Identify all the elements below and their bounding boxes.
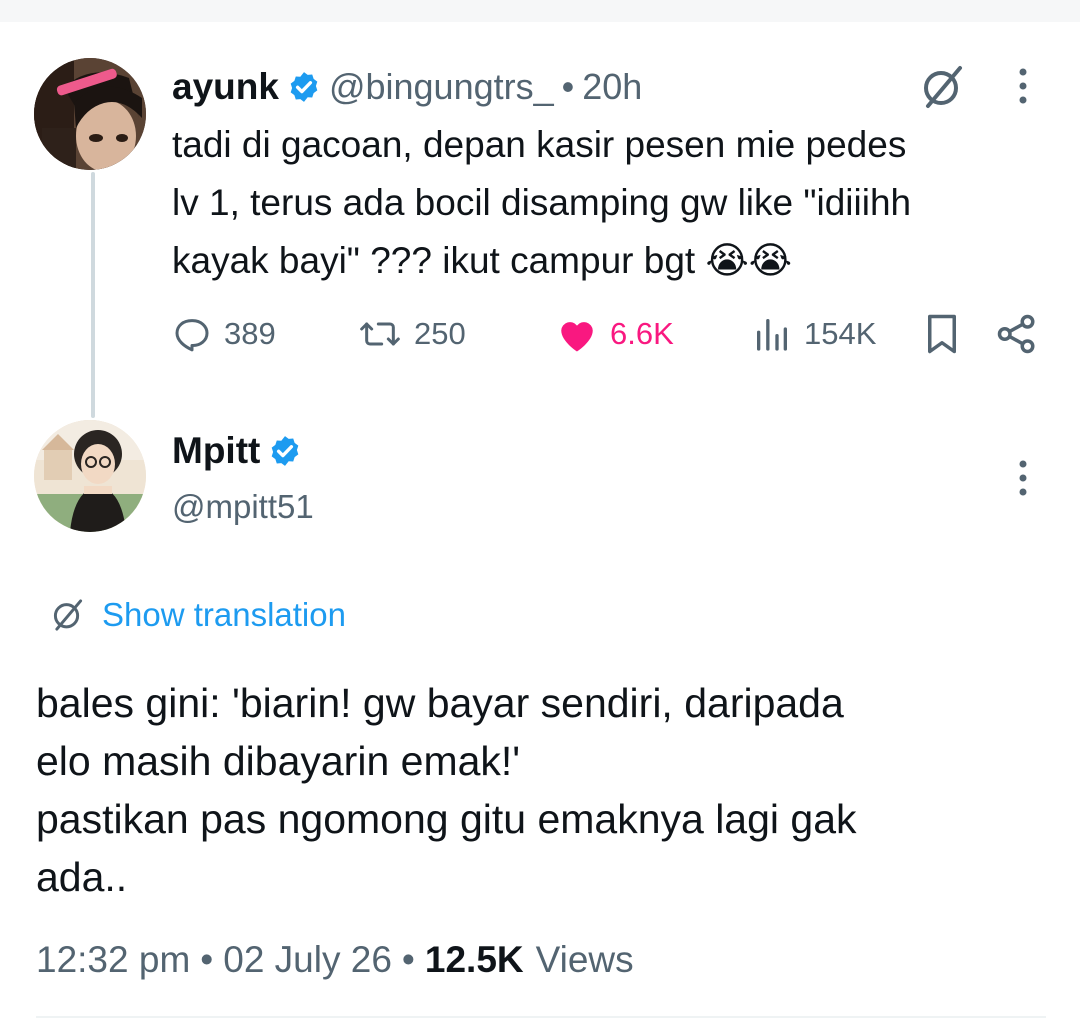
reply-author-row: Mpitt: [172, 426, 310, 476]
tweet-text-line: ada..: [36, 854, 128, 900]
avatar-ayunk[interactable]: [34, 58, 146, 170]
tweet-actions-bar: 389 250 6.6K 154K: [172, 306, 1042, 362]
heart-icon: [561, 322, 593, 352]
parent-tweet-text: tadi di gacoan, depan kasir pesen mie pe…: [172, 116, 1052, 290]
views-icon: [757, 319, 787, 351]
tweet-text-line: kayak bayi" ??? ikut campur bgt 😭😭: [172, 240, 792, 281]
grok-icon[interactable]: [916, 62, 970, 112]
reply-author-name[interactable]: Mpitt: [172, 430, 260, 472]
reply-button[interactable]: 389: [172, 306, 276, 362]
post-date[interactable]: 02 July 26: [223, 939, 392, 981]
reply-count: 389: [224, 316, 276, 351]
header-separator: •: [561, 66, 575, 107]
reply-author-handle[interactable]: @mpitt51: [172, 488, 314, 526]
thread-connector-line: [91, 172, 95, 418]
share-icon: [997, 314, 1035, 354]
show-translation-link[interactable]: Show translation: [48, 590, 346, 640]
translate-icon: [53, 599, 83, 631]
bookmark-button[interactable]: [924, 306, 972, 362]
tweet-text-line: lv 1, terus ada bocil disamping gw like …: [172, 182, 912, 223]
views-button[interactable]: 154K: [752, 306, 876, 362]
tweet-text-line: bales gini: 'biarin! gw bayar sendiri, d…: [36, 680, 844, 726]
reply-tweet-text: bales gini: 'biarin! gw bayar sendiri, d…: [36, 674, 1046, 906]
post-time[interactable]: 12:32 pm: [36, 939, 190, 981]
like-count: 6.6K: [610, 316, 674, 351]
tweet-text-line: elo masih dibayarin emak!': [36, 738, 521, 784]
like-button[interactable]: 6.6K: [556, 306, 674, 362]
avatar-mpitt[interactable]: [34, 420, 146, 532]
views-count: 154K: [804, 316, 877, 351]
repost-count: 250: [414, 316, 466, 351]
verified-badge-icon: [272, 436, 299, 466]
avatar-image: [34, 420, 146, 532]
show-translation-label: Show translation: [102, 596, 346, 633]
meta-separator: •: [200, 939, 214, 980]
tweet-text-line: tadi di gacoan, depan kasir pesen mie pe…: [172, 124, 907, 165]
tweet-meta: 12:32 pm • 02 July 26 • 12.5K Views: [36, 932, 634, 988]
tweet-time[interactable]: 20h: [582, 66, 642, 108]
reply-icon: [175, 319, 209, 352]
repost-icon: [360, 322, 400, 346]
tweet-text-line: pastikan pas ngomong gitu emaknya lagi g…: [36, 796, 857, 842]
verified-badge-icon: [290, 72, 318, 102]
avatar-image: [34, 58, 146, 170]
views-total[interactable]: 12.5K: [425, 939, 524, 981]
views-label: Views: [535, 939, 634, 980]
author-handle[interactable]: @bingungtrs_: [329, 66, 554, 108]
author-name[interactable]: ayunk: [172, 66, 279, 108]
top-strip: [0, 0, 1080, 22]
repost-button[interactable]: 250: [358, 306, 466, 362]
parent-tweet-header: ayunk @bingungtrs_ • 20h: [172, 62, 642, 112]
share-button[interactable]: [996, 306, 1050, 362]
meta-separator: •: [401, 939, 415, 980]
more-icon[interactable]: [1010, 64, 1036, 108]
more-icon[interactable]: [1010, 456, 1036, 500]
bookmark-icon: [928, 314, 956, 354]
divider: [36, 1016, 1046, 1018]
